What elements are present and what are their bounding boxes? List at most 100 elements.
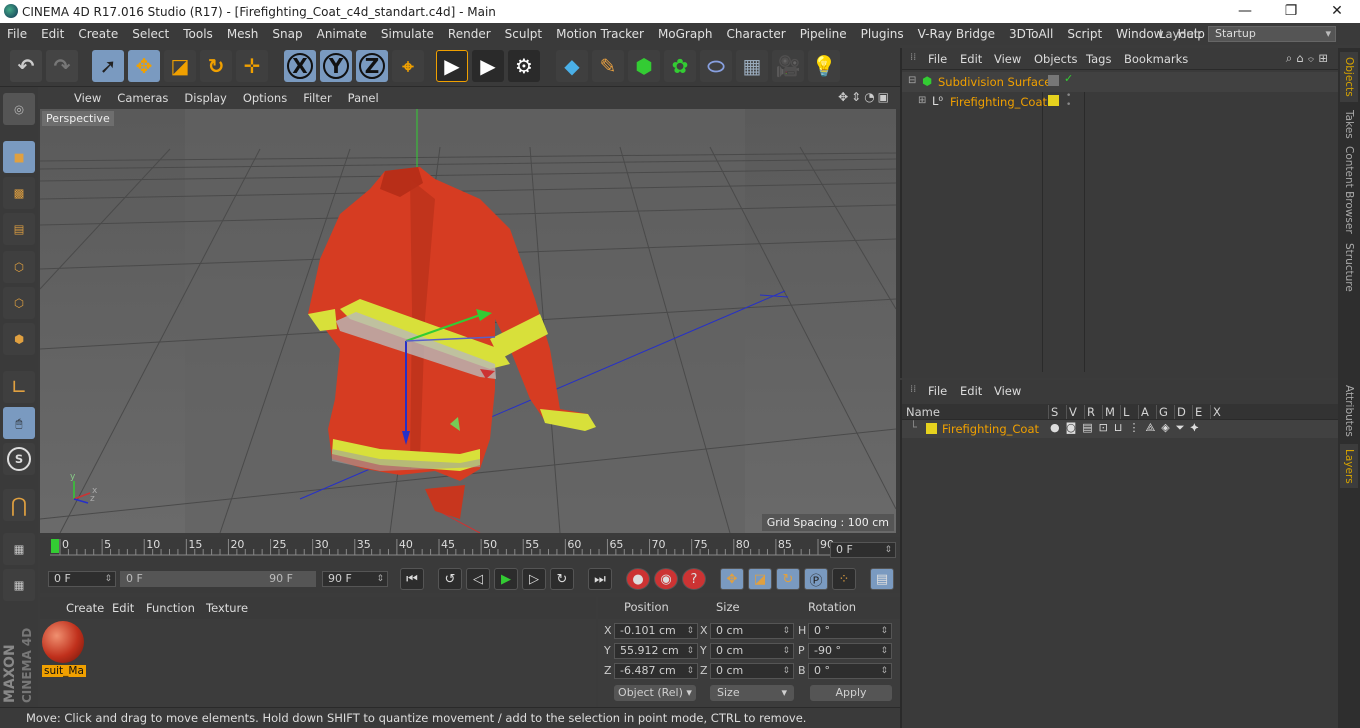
y-axis-lock-icon[interactable]: Y	[320, 50, 352, 82]
close-button[interactable]: ✕	[1314, 0, 1360, 23]
layer-column-s[interactable]: S	[1048, 405, 1058, 419]
menu-mograph[interactable]: MoGraph	[651, 27, 720, 41]
key-scale-icon[interactable]: ◪	[748, 568, 772, 590]
viewport-menu-display[interactable]: Display	[176, 91, 234, 105]
object-row-coat[interactable]: ⊞ L⁰ Firefighting_Coat • •	[902, 92, 1338, 112]
material-menu-texture[interactable]: Texture	[206, 597, 248, 619]
object-menu-tags[interactable]: Tags	[1086, 48, 1111, 70]
panel-grip-icon[interactable]: ⁞⁞	[910, 384, 916, 395]
menu-snap[interactable]: Snap	[265, 27, 309, 41]
frame-range-slider[interactable]: 0 F 90 F	[120, 571, 316, 587]
object-menu-objects[interactable]: Objects	[1034, 48, 1077, 70]
object-menu-edit[interactable]: Edit	[960, 48, 982, 70]
position-field[interactable]: -0.101 cm	[614, 623, 698, 639]
go-to-end-icon[interactable]: ⏭	[588, 568, 612, 590]
timeline-ruler[interactable]: 0 5 10 15 20 25 30 35 40 45 50 55 60 65 70 75 80 85 90 0 F	[40, 537, 900, 565]
subdivision-surface-icon[interactable]: ⬢	[628, 50, 660, 82]
live-selection-icon[interactable]: ➚	[92, 50, 124, 82]
key-rotation-icon[interactable]: ↻	[776, 568, 800, 590]
tab-takes[interactable]: Takes	[1340, 104, 1358, 144]
menu-animate[interactable]: Animate	[310, 27, 374, 41]
key-position-icon[interactable]: ✥	[720, 568, 744, 590]
timeline-window-icon[interactable]: ▤	[870, 568, 894, 590]
layer-color-swatch[interactable]	[1048, 95, 1059, 106]
cube-object-icon[interactable]: ◆	[556, 50, 588, 82]
size-mode-dropdown[interactable]: Size ▾	[710, 685, 794, 701]
object-row-subdivision[interactable]: ⊟ ⬢ Subdivision Surface ✓	[902, 72, 1338, 92]
next-frame-icon[interactable]: ▷	[522, 568, 546, 590]
model-mode-icon[interactable]: ■	[3, 141, 35, 173]
layer-color-swatch[interactable]	[1048, 75, 1059, 86]
make-editable-icon[interactable]: ◎	[3, 93, 35, 125]
object-menu-view[interactable]: View	[994, 48, 1021, 70]
key-parameter-icon[interactable]: Ⓟ	[804, 568, 828, 590]
menu-tools[interactable]: Tools	[176, 27, 220, 41]
menu-render[interactable]: Render	[441, 27, 498, 41]
size-field[interactable]: 0 cm	[710, 643, 794, 659]
camera-icon[interactable]: 🎥	[772, 50, 804, 82]
start-frame-field[interactable]: 0 F	[48, 571, 116, 587]
object-name[interactable]: Subdivision Surface	[938, 75, 1051, 89]
record-keys-icon[interactable]: ●	[626, 568, 650, 590]
layer-column-v[interactable]: V	[1066, 405, 1077, 419]
viewport-menu-panel[interactable]: Panel	[340, 91, 387, 105]
rotation-field[interactable]: 0 °	[808, 623, 892, 639]
layer-menu-file[interactable]: File	[928, 380, 947, 402]
menu-vray-bridge[interactable]: V-Ray Bridge	[911, 27, 1002, 41]
menu-3dtoall[interactable]: 3DToAll	[1002, 27, 1060, 41]
tree-collapse-icon[interactable]: ⊟	[908, 75, 916, 86]
material-menu-edit[interactable]: Edit	[112, 597, 134, 619]
viewport-menu-options[interactable]: Options	[235, 91, 295, 105]
undo-icon[interactable]: ↶	[10, 50, 42, 82]
menu-script[interactable]: Script	[1060, 27, 1109, 41]
points-mode-icon[interactable]: ⬡	[3, 251, 35, 283]
render-view-icon[interactable]: ▶	[436, 50, 468, 82]
menu-simulate[interactable]: Simulate	[374, 27, 441, 41]
coord-mode-dropdown[interactable]: Object (Rel) ▾	[614, 685, 696, 701]
object-panel-tools-icon[interactable]: ⌕⌂⌔⊞	[1286, 51, 1332, 66]
key-pla-icon[interactable]: ⁘	[832, 568, 856, 590]
viewport-menu-cameras[interactable]: Cameras	[109, 91, 176, 105]
layer-row[interactable]: └ Firefighting_Coat ●◙▤⊡⊔⋮⟁◈⏷⯌	[902, 420, 1338, 438]
workplane-icon[interactable]: ▤	[3, 213, 35, 245]
next-key-icon[interactable]: ↻	[550, 568, 574, 590]
layer-menu-edit[interactable]: Edit	[960, 380, 982, 402]
layer-menu-view[interactable]: View	[994, 380, 1021, 402]
pen-spline-icon[interactable]: ✎	[592, 50, 624, 82]
panel-grip-icon[interactable]: ⁞⁞	[910, 52, 916, 63]
rotate-tool-icon[interactable]: ↻	[200, 50, 232, 82]
object-name[interactable]: Firefighting_Coat	[950, 95, 1047, 109]
snap-icon[interactable]: S	[3, 443, 35, 475]
menu-file[interactable]: File	[0, 27, 34, 41]
layer-column-e[interactable]: E	[1192, 405, 1202, 419]
material-swatch[interactable]: suit_Ma	[42, 621, 86, 677]
magnet-icon[interactable]: ⋂	[3, 489, 35, 521]
minimize-button[interactable]: —	[1222, 0, 1268, 23]
viewport-menu-filter[interactable]: Filter	[295, 91, 339, 105]
tab-layers[interactable]: Layers	[1340, 444, 1358, 488]
size-field[interactable]: 0 cm	[710, 623, 794, 639]
layer-column-x[interactable]: X	[1210, 405, 1221, 419]
menu-sculpt[interactable]: Sculpt	[498, 27, 549, 41]
current-frame-marker[interactable]	[51, 539, 59, 553]
apply-button[interactable]: Apply	[810, 685, 892, 701]
keyframe-selection-icon[interactable]: ?	[682, 568, 706, 590]
deformer-icon[interactable]: ⬭	[700, 50, 732, 82]
material-menu-function[interactable]: Function	[146, 597, 195, 619]
tab-attributes[interactable]: Attributes	[1340, 380, 1358, 442]
rotation-field[interactable]: 0 °	[808, 663, 892, 679]
end-frame-field[interactable]: 90 F	[322, 571, 388, 587]
layer-column-g[interactable]: G	[1156, 405, 1168, 419]
material-menu-create[interactable]: Create	[66, 597, 104, 619]
size-field[interactable]: 0 cm	[710, 663, 794, 679]
scale-tool-icon[interactable]: ◪	[164, 50, 196, 82]
material-name[interactable]: suit_Ma	[42, 665, 86, 677]
layer-column-d[interactable]: D	[1174, 405, 1186, 419]
layer-name[interactable]: Firefighting_Coat	[942, 422, 1039, 436]
layer-column-r[interactable]: R	[1084, 405, 1095, 419]
menu-mesh[interactable]: Mesh	[220, 27, 266, 41]
move-tool-icon[interactable]: ✥	[128, 50, 160, 82]
layer-column-a[interactable]: A	[1138, 405, 1149, 419]
viewport-nav-icons[interactable]: ✥⇕◔▣	[838, 90, 892, 104]
menu-motion-tracker[interactable]: Motion Tracker	[549, 27, 651, 41]
